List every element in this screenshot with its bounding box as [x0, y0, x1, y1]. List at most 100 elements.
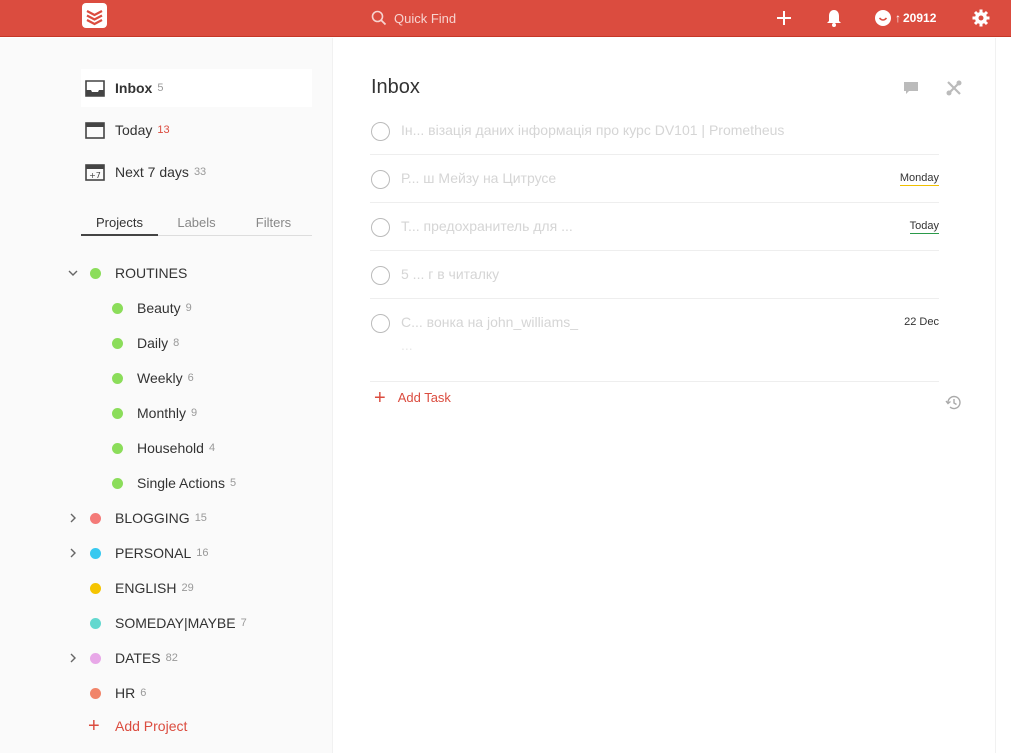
project-count: 29: [181, 582, 194, 594]
inbox-icon: [85, 80, 105, 97]
tab-filters[interactable]: Filters: [235, 214, 312, 235]
project-color-dot: [90, 617, 101, 629]
task-item[interactable]: Ін... візація даних інформація про курс …: [370, 119, 939, 155]
project-hr[interactable]: HR 6: [90, 681, 146, 705]
project-count: 9: [191, 407, 198, 419]
gear-icon[interactable]: [971, 8, 991, 28]
project-count: 6: [187, 372, 194, 384]
project-color-dot: [112, 372, 123, 384]
todoist-logo-icon[interactable]: [82, 3, 107, 28]
project-color-dot: [90, 582, 101, 594]
task-checkbox[interactable]: [371, 266, 390, 285]
karma-arrow: ↑: [895, 11, 901, 25]
project-household[interactable]: Household 4: [112, 436, 215, 460]
sidebar-item-today[interactable]: Today 13: [81, 111, 312, 149]
task-checkbox[interactable]: [371, 170, 390, 189]
project-blogging[interactable]: BLOGGING 15: [68, 506, 207, 530]
tab-labels[interactable]: Labels: [158, 214, 235, 235]
project-count: 6: [140, 687, 147, 699]
task-checkbox[interactable]: [371, 122, 390, 141]
project-personal[interactable]: PERSONAL 16: [68, 541, 209, 565]
sidebar-item-next-7-days[interactable]: +7 Next 7 days 33: [81, 153, 312, 191]
task-content[interactable]: Р... ш Мейзу на Цитрусе: [401, 170, 556, 186]
project-name: Daily: [137, 335, 169, 351]
project-dates[interactable]: DATES 82: [68, 646, 178, 670]
karma-indicator[interactable]: ↑ 20912: [875, 8, 936, 28]
today-count: 13: [157, 124, 170, 136]
project-someday-maybe[interactable]: SOMEDAY|MAYBE 7: [90, 611, 247, 635]
chevron-right-icon[interactable]: [68, 653, 78, 663]
project-count: 5: [229, 477, 237, 489]
project-color-dot: [90, 512, 101, 524]
project-color-dot: [112, 477, 123, 489]
project-daily[interactable]: Daily 8: [112, 331, 179, 355]
sidebar: Inbox 5 Today 13 +7 Next 7 days 33 Proje…: [0, 38, 333, 753]
settings-tools-icon[interactable]: [946, 80, 962, 96]
project-english[interactable]: ENGLISH 29: [90, 576, 194, 600]
task-due-date[interactable]: 22 Dec: [904, 316, 939, 329]
search-icon: [371, 10, 387, 26]
inbox-count: 5: [157, 82, 164, 94]
project-name: ENGLISH: [115, 580, 177, 596]
task-content-second-line: ...: [401, 337, 413, 353]
project-beauty[interactable]: Beauty 9: [112, 296, 192, 320]
project-color-dot: [90, 267, 101, 279]
right-edge-panel: [995, 38, 1011, 753]
svg-text:+7: +7: [89, 171, 101, 180]
task-content[interactable]: С... вонка на john_williams_: [401, 314, 578, 330]
project-count: 82: [165, 652, 178, 664]
project-color-dot: [90, 687, 101, 699]
project-color-dot: [112, 407, 123, 419]
project-routines[interactable]: ROUTINES: [68, 261, 187, 285]
task-item[interactable]: Т... предохранитель для ... Today: [370, 215, 939, 251]
project-name: Beauty: [137, 300, 181, 316]
bell-icon[interactable]: [824, 8, 844, 28]
next-7-days-count: 33: [193, 166, 207, 178]
task-due-date[interactable]: Monday: [899, 172, 939, 186]
task-item[interactable]: С... вонка на john_williams_ ... 22 Dec: [370, 311, 939, 382]
task-checkbox[interactable]: [371, 314, 390, 333]
sidebar-item-inbox[interactable]: Inbox 5: [81, 69, 312, 107]
project-name: Household: [137, 440, 204, 456]
main-content: Inbox Ін... візація даних інформація про…: [334, 38, 995, 753]
project-name: ROUTINES: [115, 265, 188, 281]
task-item[interactable]: 5 ... г в читалку: [370, 263, 939, 299]
add-project-button[interactable]: + Add Project: [88, 716, 187, 736]
add-task-label: Add Task: [397, 390, 451, 405]
add-task-button[interactable]: + Add Task: [374, 386, 451, 409]
today-label: Today: [115, 122, 153, 138]
calendar-icon: [85, 122, 105, 139]
project-name: Single Actions: [137, 475, 225, 491]
task-content[interactable]: 5 ... г в читалку: [401, 266, 499, 282]
chevron-down-icon[interactable]: [68, 268, 78, 278]
project-name: BLOGGING: [115, 510, 190, 526]
inbox-label: Inbox: [115, 80, 153, 96]
task-item[interactable]: Р... ш Мейзу на Цитрусе Monday: [370, 167, 939, 203]
project-name: DATES: [115, 650, 161, 666]
project-color-dot: [112, 337, 123, 349]
task-due-date[interactable]: Today: [909, 220, 939, 234]
project-count: 4: [208, 442, 216, 454]
chevron-right-icon[interactable]: [68, 513, 78, 523]
project-color-dot: [112, 442, 123, 454]
project-name: Weekly: [137, 370, 183, 386]
project-monthly[interactable]: Monthly 9: [112, 401, 197, 425]
task-content[interactable]: Ін... візація даних інформація про курс …: [401, 122, 784, 138]
tab-projects[interactable]: Projects: [81, 214, 158, 236]
task-checkbox[interactable]: [371, 218, 390, 237]
project-count: 8: [173, 337, 180, 349]
plus-icon: +: [374, 386, 386, 409]
project-weekly[interactable]: Weekly 6: [112, 366, 194, 390]
comment-icon[interactable]: [903, 80, 919, 96]
task-content[interactable]: Т... предохранитель для ...: [401, 218, 573, 234]
history-icon[interactable]: [945, 394, 962, 411]
sidebar-tabs: Projects Labels Filters: [81, 214, 312, 236]
project-single-actions[interactable]: Single Actions 5: [112, 471, 236, 495]
quick-find-search[interactable]: Quick Find: [371, 7, 571, 29]
top-bar: Quick Find ↑ 20912: [0, 0, 1011, 37]
chevron-right-icon[interactable]: [68, 548, 78, 558]
karma-face-icon: [875, 10, 891, 26]
project-count: 16: [196, 547, 209, 559]
add-task-icon[interactable]: [774, 8, 794, 28]
project-name: SOMEDAY|MAYBE: [115, 615, 236, 631]
